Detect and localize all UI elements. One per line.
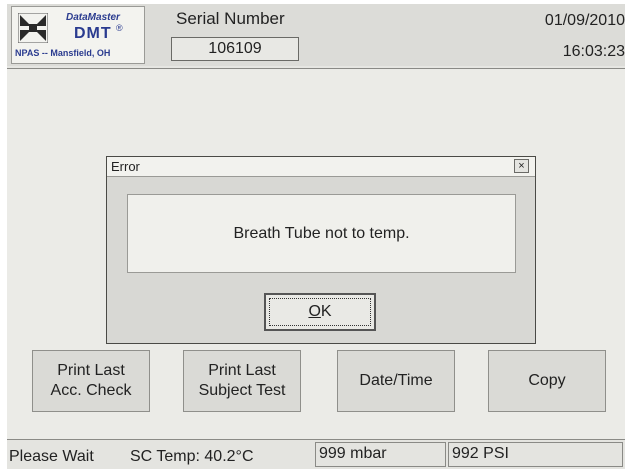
print-acc-line1: Print Last [57,362,125,379]
date-time-label: Date/Time [359,372,433,389]
screen: DataMaster DMT ® NPAS -- Mansfield, OH S… [7,4,625,469]
pressure-psi-readout: 992 PSI [448,442,623,467]
copy-label: Copy [528,372,566,389]
logo-name-line1: DataMaster [66,12,120,23]
dialog-titlebar: Error × [107,157,535,177]
print-subject-line2: Subject Test [198,382,286,399]
sc-temp-readout: SC Temp: 40.2°C [130,448,254,465]
header-bar: DataMaster DMT ® NPAS -- Mansfield, OH S… [7,4,625,66]
dialog-close-button[interactable]: × [514,159,529,173]
ok-accelerator-letter: O [308,303,321,320]
copy-button[interactable]: Copy [488,350,606,412]
status-bar: Please Wait SC Temp: 40.2°C 999 mbar 992… [7,439,625,469]
serial-number-label: Serial Number [176,9,285,28]
dialog-message: Breath Tube not to temp. [127,194,516,273]
print-last-acc-check-button[interactable]: Print Last Acc. Check [32,350,150,412]
print-subject-line1: Print Last [208,362,276,379]
logo-registered-mark: ® [116,23,123,33]
date-time-button[interactable]: Date/Time [337,350,455,412]
error-dialog: Error × Breath Tube not to temp. OK [106,156,536,344]
dialog-title: Error [111,159,140,174]
status-message: Please Wait [9,448,94,465]
date-display: 01/09/2010 [544,12,625,29]
logo-org-text: NPAS -- Mansfield, OH [15,48,111,58]
serial-number-value: 106109 [171,37,299,61]
time-display: 16:03:23 [562,43,625,60]
datamaster-emblem-icon [18,13,48,43]
pressure-mbar-readout: 999 mbar [315,442,446,467]
ok-label-rest: K [320,303,332,320]
print-acc-line2: Acc. Check [50,382,132,399]
logo-name-line2: DMT [74,25,112,42]
ok-button[interactable]: OK [264,293,376,331]
datamaster-logo: DataMaster DMT ® NPAS -- Mansfield, OH [11,6,145,64]
print-last-subject-test-button[interactable]: Print Last Subject Test [183,350,301,412]
close-icon: × [518,160,525,172]
